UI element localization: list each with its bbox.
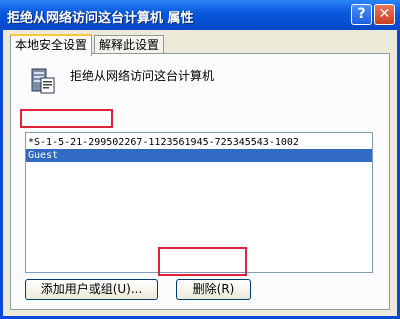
title-bar[interactable]: 拒绝从网络访问这台计算机 属性 ? ✕: [0, 0, 400, 30]
list-item[interactable]: *S-1-5-21-299502267-1123561945-725345543…: [26, 136, 372, 149]
add-user-or-group-button[interactable]: 添加用户或组(U)...: [25, 279, 158, 300]
policy-server-icon: [31, 68, 55, 94]
window-title: 拒绝从网络访问这台计算机 属性: [7, 11, 194, 26]
close-button[interactable]: ✕: [374, 4, 395, 25]
remove-button[interactable]: 删除(R): [176, 279, 251, 300]
tab-explain[interactable]: 解释此设置: [94, 35, 165, 54]
policy-title: 拒绝从网络访问这台计算机: [70, 69, 215, 83]
remove-button-highlight: [158, 247, 247, 276]
tab-local-security-setting[interactable]: 本地安全设置: [10, 34, 93, 56]
list-item-guest[interactable]: Guest: [26, 149, 372, 162]
guest-highlight: [20, 109, 113, 128]
properties-window: 拒绝从网络访问这台计算机 属性 ? ✕ 本地安全设置 解释此设置 拒绝从网络访问…: [0, 0, 400, 319]
help-button[interactable]: ?: [351, 4, 372, 25]
